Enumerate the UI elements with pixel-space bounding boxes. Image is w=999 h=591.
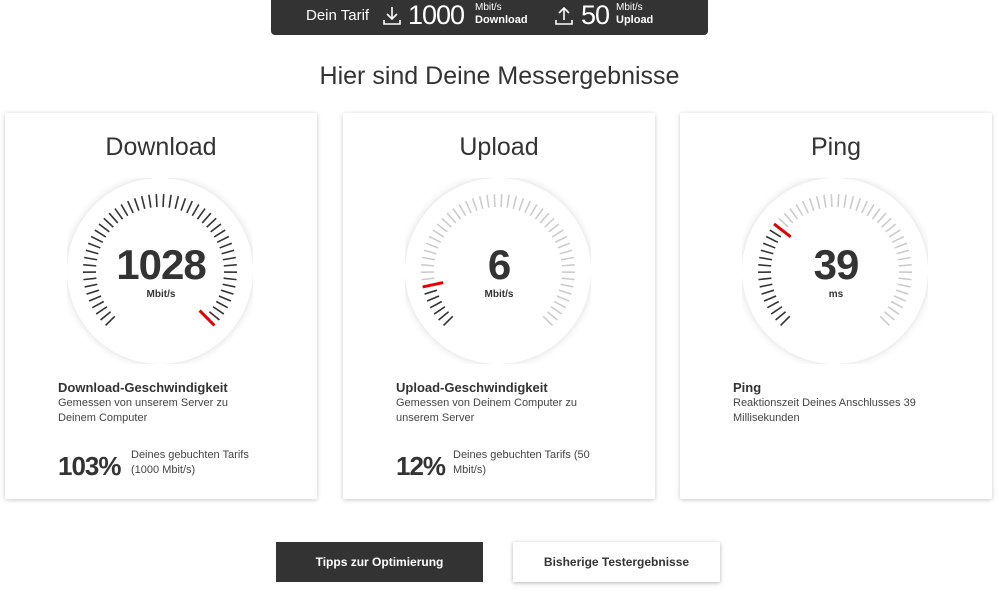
gauge-tick [162,194,165,208]
download-icon [381,5,403,32]
gauge-tick [837,194,840,208]
ping-desc-title: Ping [733,380,762,395]
download-desc-text: Gemessen von unserem Server zu Deinem Co… [58,397,228,424]
history-button[interactable]: Bisherige Testergebnisse [513,542,720,582]
card-title: Ping [810,133,862,161]
upload-percent-text: Deines gebuchten Tarifs (50 Mbit/s) [453,449,590,476]
ping-card: Ping 39 ms Ping Reaktionszeit Deines Ans… [680,113,992,499]
tariff-bar: Dein Tarif 1000 Mbit/s Download 50 Mbit/s… [271,0,708,35]
download-value: 1028 [116,241,206,288]
download-percent-text: Deines gebuchten Tarifs (1000 Mbit/s) [131,449,249,476]
gauge-tick [155,194,158,208]
card-title: Download [105,133,217,161]
tips-button[interactable]: Tipps zur Optimierung [276,542,483,582]
tariff-upload-value: 50 [581,0,610,30]
tariff-download-unit: Mbit/s Download [475,2,528,26]
download-percent: 103% [58,451,121,481]
ping-desc-text: Reaktionszeit Deines Anschlusses 39 Mill… [733,397,916,424]
upload-unit: Mbit/s [484,289,514,300]
ping-unit: ms [828,289,844,300]
upload-percent: 12% [396,451,446,481]
gauge-tick [830,194,833,208]
upload-icon [553,5,575,32]
upload-value: 6 [487,241,511,288]
tariff-download-value: 1000 [408,0,465,30]
upload-card: Upload 6 Mbit/s Upload-Geschwindigkeit G… [343,113,655,499]
tariff-label: Dein Tarif [306,7,370,24]
gauge-tick [500,194,503,208]
tariff-upload-unit: Mbit/s Upload [616,2,654,26]
download-desc-title: Download-Geschwindigkeit [58,380,228,395]
upload-desc-text: Gemessen von Deinem Computer zu unserem … [396,397,577,424]
download-card: Download 1028 Mbit/s Download-Geschwindi… [5,113,317,499]
download-unit: Mbit/s [146,289,176,300]
ping-value: 39 [813,241,860,288]
card-title: Upload [459,133,539,161]
page-title: Hier sind Deine Messergebnisse [319,62,680,90]
upload-desc-title: Upload-Geschwindigkeit [396,380,548,395]
gauge-tick [493,194,496,208]
